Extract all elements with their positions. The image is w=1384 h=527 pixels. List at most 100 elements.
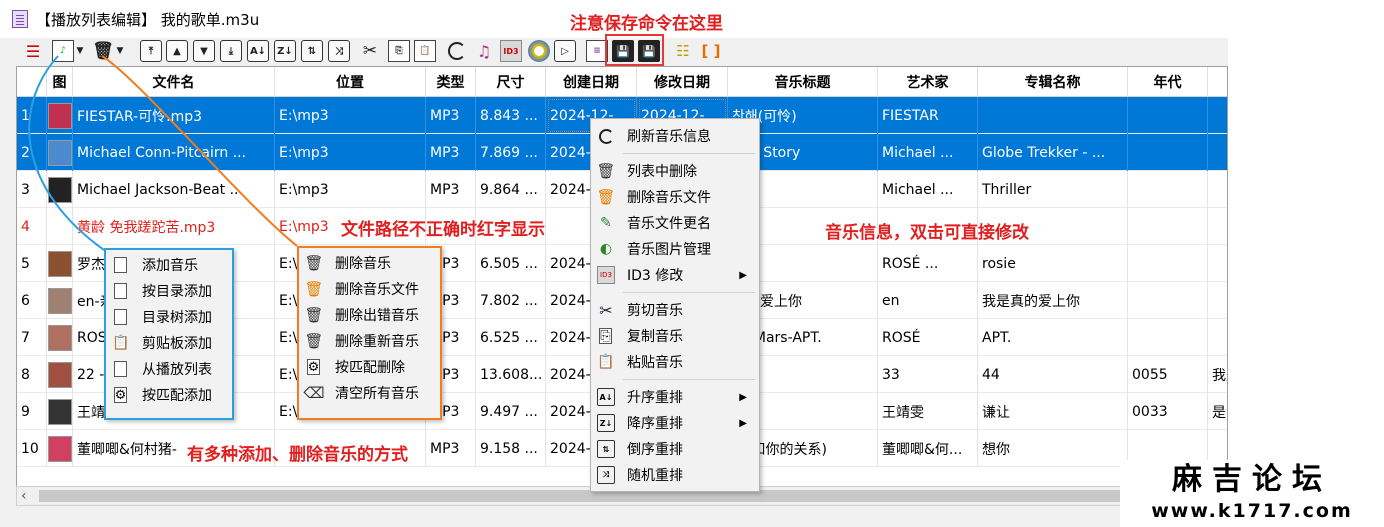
menu-item[interactable]: 刷新音乐信息: [591, 123, 759, 149]
cell-artist[interactable]: 33: [878, 356, 978, 393]
cover-thumbnail[interactable]: [47, 430, 73, 467]
cell-genre[interactable]: [1208, 97, 1227, 134]
cover-thumbnail[interactable]: [47, 97, 73, 134]
cell-file[interactable]: Michael Conn-Pitcairn ...: [73, 134, 275, 171]
cell-genre[interactable]: [1208, 134, 1227, 171]
play-icon[interactable]: ▷: [554, 40, 576, 62]
cell-no[interactable]: 5: [17, 245, 47, 282]
copy-icon[interactable]: ⎘: [388, 40, 410, 62]
menu-item[interactable]: 目录树添加: [106, 304, 232, 330]
cell-size[interactable]: 7.802 ...: [476, 282, 546, 319]
cell-artist[interactable]: FIESTAR: [878, 97, 978, 134]
cover-thumbnail[interactable]: [47, 245, 73, 282]
menu-item[interactable]: A↓ 升序重排 ▶: [591, 384, 759, 410]
dropdown-arrow-icon[interactable]: ▼: [74, 40, 86, 62]
cell-size[interactable]: 9.158 ...: [476, 430, 546, 467]
menu-item[interactable]: 🗑 删除音乐文件: [591, 184, 759, 210]
cell-no[interactable]: 3: [17, 171, 47, 208]
cell-type[interactable]: MP3: [426, 134, 476, 171]
cell-album[interactable]: 我是真的爱上你: [978, 282, 1128, 319]
cell-album[interactable]: 44: [978, 356, 1128, 393]
column-header[interactable]: 年代: [1128, 67, 1208, 97]
cell-year[interactable]: [1128, 134, 1208, 171]
shuffle-icon[interactable]: ⤨: [328, 40, 350, 62]
cell-no[interactable]: 10: [17, 430, 47, 467]
cell-artist[interactable]: ROSÉ ...: [878, 245, 978, 282]
move-down-icon[interactable]: ▼: [193, 40, 215, 62]
cell-type[interactable]: MP3: [426, 171, 476, 208]
cell-genre[interactable]: [1208, 245, 1227, 282]
cell-file[interactable]: 黄龄 免我蹉跎苦.mp3: [73, 208, 275, 245]
cover-thumbnail[interactable]: [47, 134, 73, 171]
cell-artist[interactable]: ROSÉ: [878, 319, 978, 356]
cell-size[interactable]: 13.608...: [476, 356, 546, 393]
cell-file[interactable]: FIESTAR-可怜.mp3: [73, 97, 275, 134]
paste-icon[interactable]: 📋: [414, 40, 436, 62]
cell-no[interactable]: 8: [17, 356, 47, 393]
cell-year[interactable]: 0033: [1128, 393, 1208, 430]
cell-genre[interactable]: [1208, 282, 1227, 319]
menu-item[interactable]: ID3 ID3 修改 ▶: [591, 262, 759, 288]
menu-item[interactable]: 🗑 删除重新音乐: [299, 328, 440, 354]
cell-album[interactable]: 谦让: [978, 393, 1128, 430]
cut-icon[interactable]: ✂: [359, 40, 381, 62]
move-up-icon[interactable]: ▲: [166, 40, 188, 62]
column-header[interactable]: 流派: [1208, 67, 1227, 97]
cell-genre[interactable]: [1208, 319, 1227, 356]
cell-year[interactable]: [1128, 319, 1208, 356]
cover-thumbnail[interactable]: [47, 393, 73, 430]
cell-genre[interactable]: [1208, 171, 1227, 208]
column-header[interactable]: 尺寸: [476, 67, 546, 97]
cell-size[interactable]: 6.505 ...: [476, 245, 546, 282]
cell-loc[interactable]: E:\mp3: [275, 134, 426, 171]
menu-item[interactable]: ⌫ 清空所有音乐: [299, 380, 440, 406]
column-header[interactable]: 专辑名称: [978, 67, 1128, 97]
cell-year[interactable]: [1128, 245, 1208, 282]
cell-album[interactable]: APT.: [978, 319, 1128, 356]
cell-size[interactable]: 9.864 ...: [476, 171, 546, 208]
menu-item[interactable]: 📋 剪贴板添加: [106, 330, 232, 356]
menu-item[interactable]: ✂ 剪切音乐: [591, 297, 759, 323]
cell-album[interactable]: Thriller: [978, 171, 1128, 208]
bracket-icon[interactable]: [ ]: [700, 40, 722, 62]
cell-year[interactable]: [1128, 208, 1208, 245]
cell-year[interactable]: [1128, 282, 1208, 319]
list-icon[interactable]: ☰: [22, 40, 44, 62]
cell-genre[interactable]: 我是在: [1208, 356, 1227, 393]
menu-item[interactable]: ◐ 音乐图片管理: [591, 236, 759, 262]
menu-item[interactable]: 从播放列表: [106, 356, 232, 382]
menu-item[interactable]: ⎘ 复制音乐: [591, 323, 759, 349]
cell-album[interactable]: [978, 97, 1128, 134]
cell-year[interactable]: [1128, 97, 1208, 134]
menu-item[interactable]: ✎ 音乐文件更名: [591, 210, 759, 236]
column-header[interactable]: 艺术家: [878, 67, 978, 97]
move-top-icon[interactable]: ⤒: [140, 40, 162, 62]
cell-type[interactable]: MP3: [426, 430, 476, 467]
menu-item[interactable]: 🗑 删除音乐: [299, 250, 440, 276]
cell-album[interactable]: rosie: [978, 245, 1128, 282]
menu-item[interactable]: ⇅ 倒序重排: [591, 436, 759, 462]
cell-no[interactable]: 9: [17, 393, 47, 430]
menu-item[interactable]: 🗑 删除出错音乐: [299, 302, 440, 328]
cell-artist[interactable]: 董唧唧&何...: [878, 430, 978, 467]
cell-no[interactable]: 4: [17, 208, 47, 245]
column-header[interactable]: 位置: [275, 67, 426, 97]
cell-artist[interactable]: Michael ...: [878, 134, 978, 171]
cover-thumbnail[interactable]: [47, 319, 73, 356]
id3-icon[interactable]: ID3: [500, 40, 522, 62]
sort-desc-icon[interactable]: Z↓: [274, 40, 296, 62]
cell-no[interactable]: 7: [17, 319, 47, 356]
add-music-icon[interactable]: ♪: [52, 40, 74, 62]
cell-no[interactable]: 2: [17, 134, 47, 171]
column-header[interactable]: 类型: [426, 67, 476, 97]
cell-artist[interactable]: Michael ...: [878, 171, 978, 208]
menu-item[interactable]: ⚙ 按匹配删除: [299, 354, 440, 380]
cell-loc[interactable]: E:\mp3: [275, 171, 426, 208]
cell-size[interactable]: 7.869 ...: [476, 134, 546, 171]
cell-year[interactable]: [1128, 171, 1208, 208]
column-header[interactable]: 音乐标题: [728, 67, 878, 97]
menu-item[interactable]: 🗑 删除音乐文件: [299, 276, 440, 302]
cell-no[interactable]: 1: [17, 97, 47, 134]
menu-item[interactable]: ⚙ 按匹配添加: [106, 382, 232, 408]
cell-loc[interactable]: E:\mp3: [275, 97, 426, 134]
